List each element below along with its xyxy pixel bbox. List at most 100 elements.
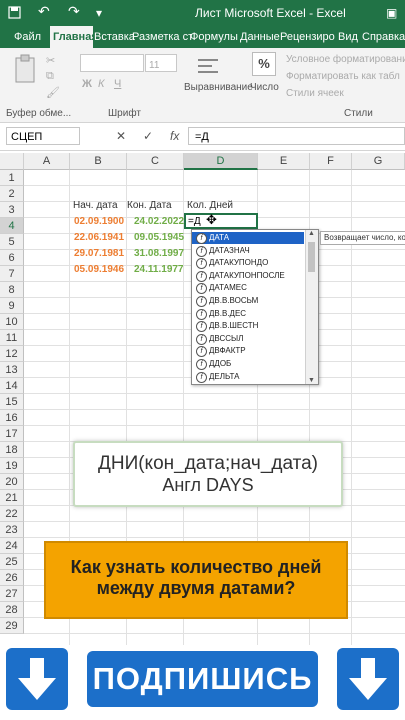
number-label[interactable]: Число (250, 82, 279, 93)
row-header[interactable]: 21 (0, 490, 24, 506)
account-icon[interactable]: ▣ (386, 6, 397, 20)
row-header[interactable]: 14 (0, 378, 24, 394)
column-header[interactable]: A (24, 153, 70, 170)
row-header[interactable]: 1 (0, 170, 24, 186)
column-header[interactable]: F (310, 153, 352, 170)
cancel-icon[interactable]: ✕ (116, 129, 126, 143)
conditional-formatting-item[interactable]: Условное форматирование (286, 54, 405, 65)
start-date-cell[interactable]: 05.09.1946 (74, 262, 124, 278)
start-date-cell[interactable]: 29.07.1981 (74, 246, 124, 262)
autocomplete-item[interactable]: f ДВ.В.ВОСЬМ (192, 295, 304, 307)
column-header[interactable]: G (352, 153, 405, 170)
cell-styles-item[interactable]: Стили ячеек (286, 88, 344, 99)
row-header[interactable]: 2 (0, 186, 24, 202)
column-header[interactable]: C (127, 153, 184, 170)
tab-file[interactable]: Файл (14, 26, 50, 48)
row-header[interactable]: 12 (0, 346, 24, 362)
scroll-down-arrow[interactable]: ▼ (308, 377, 315, 384)
alignment-label[interactable]: Выравнивание (184, 82, 253, 93)
scroll-thumb[interactable] (308, 242, 315, 272)
tab-home[interactable]: Главная (50, 26, 93, 48)
row-header[interactable]: 17 (0, 426, 24, 442)
column-header[interactable]: E (258, 153, 310, 170)
alignment-icon[interactable] (196, 56, 220, 78)
font-size-combo[interactable]: 11 (145, 54, 177, 72)
start-date-cell[interactable]: 22.06.1941 (74, 230, 124, 246)
tab-view[interactable]: Вид (338, 26, 360, 48)
autocomplete-item[interactable]: f ДВ.В.ДЕС (192, 308, 304, 320)
end-date-cell[interactable]: 24.02.2022 (134, 214, 184, 230)
row-header[interactable]: 25 (0, 554, 24, 570)
format-painter-icon[interactable]: 🖌 (46, 86, 60, 99)
row-header[interactable]: 19 (0, 458, 24, 474)
row-header[interactable]: 16 (0, 410, 24, 426)
name-box[interactable]: СЦЕП (6, 127, 80, 145)
row-header[interactable]: 11 (0, 330, 24, 346)
autocomplete-item[interactable]: f ДАТАКУПОНПОСЛЕ (192, 270, 304, 282)
autocomplete-item[interactable]: f ДВФАКТР (192, 345, 304, 358)
format-as-table-item[interactable]: Форматировать как табл (286, 71, 400, 82)
row-header[interactable]: 20 (0, 474, 24, 490)
row-header[interactable]: 15 (0, 394, 24, 410)
row-header[interactable]: 10 (0, 314, 24, 330)
row-header[interactable]: 4 (0, 218, 24, 234)
row-header[interactable]: 24 (0, 538, 24, 554)
column-header[interactable]: D (184, 153, 258, 170)
header-end-date[interactable]: Кон. Дата (127, 198, 172, 214)
tab-formulas[interactable]: Формулы (190, 26, 238, 48)
active-cell[interactable]: =Д ✥ (184, 212, 258, 229)
bold-icon[interactable]: Ж (82, 78, 92, 90)
row-header[interactable]: 18 (0, 442, 24, 458)
tab-review[interactable]: Рецензиров (280, 26, 335, 48)
select-all-corner[interactable] (0, 153, 24, 170)
tab-page-layout[interactable]: Разметка стр (132, 26, 192, 48)
scroll-up-arrow[interactable]: ▲ (308, 230, 315, 237)
redo-icon[interactable]: ↷ (68, 3, 80, 20)
tab-help[interactable]: Справка (362, 26, 405, 48)
autocomplete-item[interactable]: f ДЕЛЬТА (192, 371, 304, 383)
row-header[interactable]: 29 (0, 618, 24, 634)
row-header[interactable]: 5 (0, 234, 24, 250)
autocomplete-item[interactable]: f ДАТАКУПОНДО (192, 257, 304, 270)
row-header[interactable]: 22 (0, 506, 24, 522)
row-header[interactable]: 3 (0, 202, 24, 218)
row-header[interactable]: 9 (0, 298, 24, 314)
end-date-cell[interactable]: 31.08.1997 (134, 246, 184, 262)
row-header[interactable]: 8 (0, 282, 24, 298)
row-header[interactable]: 28 (0, 602, 24, 618)
quick-access-dropdown-icon[interactable]: ▾ (96, 6, 102, 20)
autocomplete-item[interactable]: f ДДОБ (192, 358, 304, 370)
font-name-combo[interactable] (80, 54, 144, 72)
number-format-button[interactable]: % (252, 52, 276, 76)
start-date-cell[interactable]: 02.09.1900 (74, 214, 124, 230)
undo-icon[interactable]: ↶ (38, 3, 50, 20)
autocomplete-item[interactable]: f ДВ.В.ШЕСТН (192, 320, 304, 333)
row-header[interactable]: 13 (0, 362, 24, 378)
column-header[interactable]: B (70, 153, 127, 170)
row-header[interactable]: 23 (0, 522, 24, 538)
subscribe-button[interactable]: ПОДПИШИСЬ (87, 651, 318, 707)
end-date-cell[interactable]: 24.11.1977 (134, 262, 184, 278)
function-autocomplete-list[interactable]: ▲ ▼ f ДАТА f ДАТАЗНАЧ f ДАТАКУПОНДО f ДАТАКУПОН… (191, 229, 319, 385)
autocomplete-item[interactable]: f ДАТАЗНАЧ (192, 245, 304, 257)
row-header[interactable]: 27 (0, 586, 24, 602)
row-header[interactable]: 7 (0, 266, 24, 282)
cut-icon[interactable]: ✂ (46, 54, 55, 67)
copy-icon[interactable]: ⧉ (46, 70, 54, 83)
autocomplete-scrollbar[interactable]: ▲ ▼ (305, 230, 318, 384)
end-date-cell[interactable]: 09.05.1945 (134, 230, 184, 246)
row-header[interactable]: 26 (0, 570, 24, 586)
row-header[interactable]: 6 (0, 250, 24, 266)
autocomplete-item[interactable]: f ДВССЫЛ (192, 333, 304, 345)
header-start-date[interactable]: Нач. дата (73, 198, 118, 214)
tab-data[interactable]: Данные (240, 26, 280, 48)
italic-icon[interactable]: К (98, 78, 104, 90)
tab-insert[interactable]: Вставка (94, 26, 136, 48)
underline-icon[interactable]: Ч (114, 78, 121, 90)
autocomplete-item[interactable]: f ДАТАМЕС (192, 282, 304, 295)
save-icon[interactable] (8, 6, 21, 19)
autocomplete-item[interactable]: f ДАТА (192, 232, 304, 244)
enter-icon[interactable]: ✓ (143, 129, 153, 143)
paste-icon[interactable] (14, 54, 36, 88)
insert-function-icon[interactable]: fx (170, 129, 179, 143)
